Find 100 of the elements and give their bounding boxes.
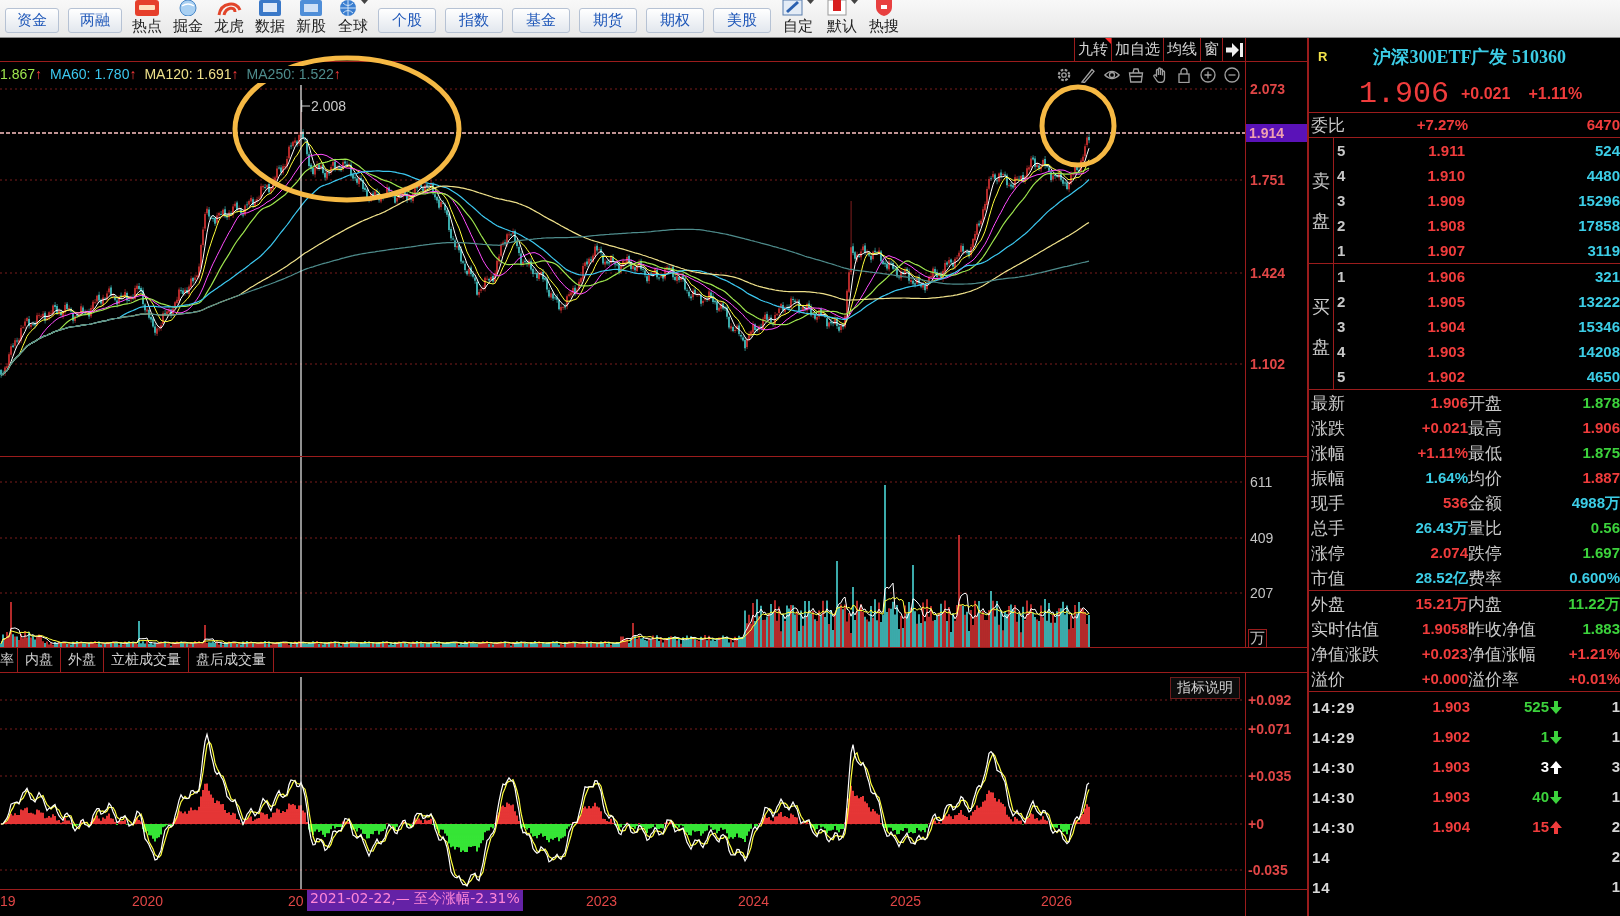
quote-field-label: 净值涨幅 [1468,642,1537,665]
toolbar-button[interactable]: 基金 [512,8,570,33]
indicator-axis-label: +0.092 [1248,692,1292,708]
caret-icon[interactable] [851,0,858,4]
caret-icon[interactable] [361,0,368,4]
quote-field-label: 涨幅 [1311,441,1346,464]
settings-icon[interactable] [1056,67,1072,83]
trade-volume: 40 [1532,788,1549,806]
quote-field-value: 1.906 [1581,418,1620,437]
caret-icon[interactable] [807,0,814,4]
trade-time: 14:30 [1312,758,1357,776]
toolbar-button[interactable]: 热搜 [868,0,900,35]
basket-icon[interactable] [1128,67,1144,83]
time-axis-label: 2024 [738,893,770,909]
indicator-tab[interactable]: 立桩成交量 [104,648,189,672]
quote-field-label: 现手 [1311,491,1346,514]
pen-icon[interactable] [1080,67,1096,83]
quote-field-label: 最低 [1468,441,1503,464]
trade-column-value: 2 [1610,818,1620,836]
order-volume: 4480 [1585,166,1620,185]
toolbar-button[interactable]: 龙虎 [213,0,245,35]
edit-icon [781,0,805,16]
toolbar-button[interactable]: 数据 [254,0,286,35]
volume-axis-label: 409 [1250,530,1274,546]
zoom-in-icon[interactable] [1200,67,1216,83]
arrow-to-bar-icon[interactable] [1226,42,1243,57]
zoom-out-icon[interactable] [1224,67,1240,83]
toolbar-button[interactable]: 新股 [295,0,327,35]
toolbar-button[interactable]: 美股 [713,8,771,33]
indicator-tab[interactable]: 内盘 [18,648,61,672]
order-side-label: 买盘 [1312,294,1330,359]
price-change-percent: +1.11% [1528,84,1583,103]
order-level: 4 [1336,167,1347,184]
trade-column-value: 1 [1610,788,1620,806]
order-price: 1.903 [1426,342,1465,361]
trade-time: 14:29 [1312,698,1357,716]
time-axis-label: 2025 [890,893,922,909]
chart-header-button[interactable]: 加自选 [1111,38,1163,61]
order-price: 1.904 [1426,317,1465,336]
time-axis-label: 19 [0,893,16,909]
indicator-axis-label: +0 [1248,816,1264,832]
price-axis-label: 1.424 [1250,265,1286,281]
toolbar-button[interactable]: 掘金 [172,0,204,35]
indicator-tab[interactable]: 率 [0,648,18,672]
toolbar-button[interactable]: 默认 [824,0,859,35]
quote-field-value: 1.64% [1424,468,1468,486]
order-price: 1.905 [1426,292,1465,311]
quote-field-label: 净值涨跌 [1311,642,1380,665]
toolbar-button[interactable]: 指数 [445,8,503,33]
order-level: 4 [1336,343,1347,360]
quote-field-label: 均价 [1468,466,1503,489]
quote-field-value: +1.21% [1567,644,1620,663]
quote-field-value: 0.600% [1568,568,1620,587]
order-volume: 17858 [1577,216,1620,235]
order-level: 1 [1336,268,1347,285]
toolbar-button[interactable]: 自定 [780,0,815,35]
chart-header-button[interactable]: 九转 [1074,38,1111,61]
chart-header-button[interactable]: 均线 [1163,38,1200,61]
quote-field-label: 涨跌 [1311,416,1346,439]
quote-field-value: +1.11% [1416,443,1468,462]
quote-field-label: 外盘 [1311,592,1346,615]
quote-field-value: 1.887 [1581,468,1620,487]
indicator-help-button[interactable]: 指标说明 [1170,677,1240,699]
trade-time: 14 [1312,878,1332,896]
toolbar-button[interactable]: 全球 [336,0,369,35]
quote-field-value: +0.021 [1420,418,1468,437]
toolbar-button[interactable]: 资金 [5,8,59,33]
quote-field-value: 1.906 [1429,393,1468,412]
indicator-tab[interactable]: 外盘 [61,648,104,672]
quote-field-value: +0.023 [1420,644,1468,663]
order-level: 3 [1336,318,1347,335]
chart-header-button[interactable]: 窗 [1200,38,1222,61]
moving-average-legend: MA60: 1.780↑ [50,66,137,83]
leader-line [301,100,310,112]
trade-column-value: 1 [1610,728,1620,746]
trade-price: 1.903 [1431,758,1470,776]
toolbar-button[interactable]: 个股 [378,8,436,33]
toolbar-button[interactable]: 期权 [646,8,704,33]
moving-average-legend: 1.867↑ [0,66,43,83]
toolbar-button[interactable]: 期货 [579,8,637,33]
hand-icon[interactable] [1152,67,1168,83]
indicator-axis-label: +0.035 [1248,768,1292,784]
quote-field-label: 溢价率 [1468,667,1520,690]
lock-icon[interactable] [1176,67,1192,83]
quote-field-label: 总手 [1311,516,1346,539]
time-axis-label: 20 [288,893,304,909]
trade-price: 1.902 [1431,728,1470,746]
time-axis-label: 2026 [1041,893,1073,909]
indicator-axis-label: +0.071 [1248,721,1292,737]
quote-field-label: 最高 [1468,416,1503,439]
indicator-tab[interactable]: 盘后成交量 [189,648,274,672]
quote-field-value: 1.697 [1581,543,1620,562]
order-volume: 14208 [1577,342,1620,361]
tile-icon [825,0,849,16]
quote-field-value: 4988万 [1570,493,1620,512]
order-volume: 3119 [1586,241,1620,260]
trade-column-value: 1 [1610,698,1620,716]
toolbar-button[interactable]: 两融 [68,8,122,33]
trade-column-value: 2 [1610,848,1620,866]
toolbar-button[interactable]: 热点 [131,0,163,35]
